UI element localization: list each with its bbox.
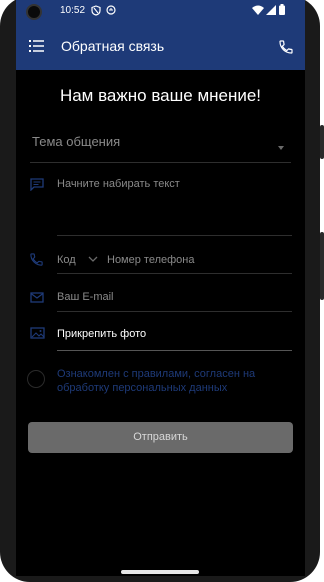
dropdown-arrow-icon[interactable] <box>278 146 284 150</box>
status-time: 10:52 <box>60 5 86 16</box>
phone-device: 10:52 Обратная связь Нам важно ваше мнен… <box>0 0 324 582</box>
signal-icon <box>266 5 276 15</box>
topic-underline <box>30 162 291 163</box>
email-underline <box>57 311 292 312</box>
agreement-link[interactable]: Ознакомлен с правилами, согласен на обра… <box>57 367 282 395</box>
power-button <box>320 125 324 159</box>
battery-icon <box>279 4 285 15</box>
menu-list-icon[interactable] <box>29 40 44 52</box>
topic-select[interactable]: Тема общения <box>32 134 120 149</box>
agreement-checkbox[interactable] <box>27 370 45 388</box>
sync-icon <box>106 5 116 15</box>
phone-input[interactable]: Номер телефона <box>107 254 194 266</box>
wifi-icon <box>252 5 264 15</box>
app-bar-title: Обратная связь <box>61 38 165 54</box>
status-bar: 10:52 <box>16 0 305 22</box>
volume-button <box>320 232 324 300</box>
app-bar: Обратная связь <box>16 22 305 70</box>
submit-button[interactable]: Отправить <box>28 422 293 453</box>
attach-photo-button[interactable]: Прикрепить фото <box>57 328 146 340</box>
message-underline <box>57 235 292 236</box>
shield-icon <box>91 5 101 16</box>
country-code-select[interactable]: Код <box>57 254 76 266</box>
attach-underline <box>57 350 292 351</box>
app-screen: 10:52 Обратная связь Нам важно ваше мнен… <box>16 0 305 576</box>
message-icon <box>30 178 44 191</box>
front-camera <box>26 4 42 20</box>
page-heading: Нам важно ваше мнение! <box>59 86 262 105</box>
mail-icon <box>30 292 44 303</box>
message-input[interactable]: Начните набирать текст <box>57 178 180 190</box>
photo-icon <box>30 327 45 339</box>
phone-underline <box>57 273 292 274</box>
email-input[interactable]: Ваш E-mail <box>57 291 114 303</box>
home-indicator[interactable] <box>121 570 199 574</box>
phone-field-icon <box>30 253 43 266</box>
call-icon[interactable] <box>278 39 294 55</box>
chevron-down-icon[interactable] <box>88 256 98 263</box>
